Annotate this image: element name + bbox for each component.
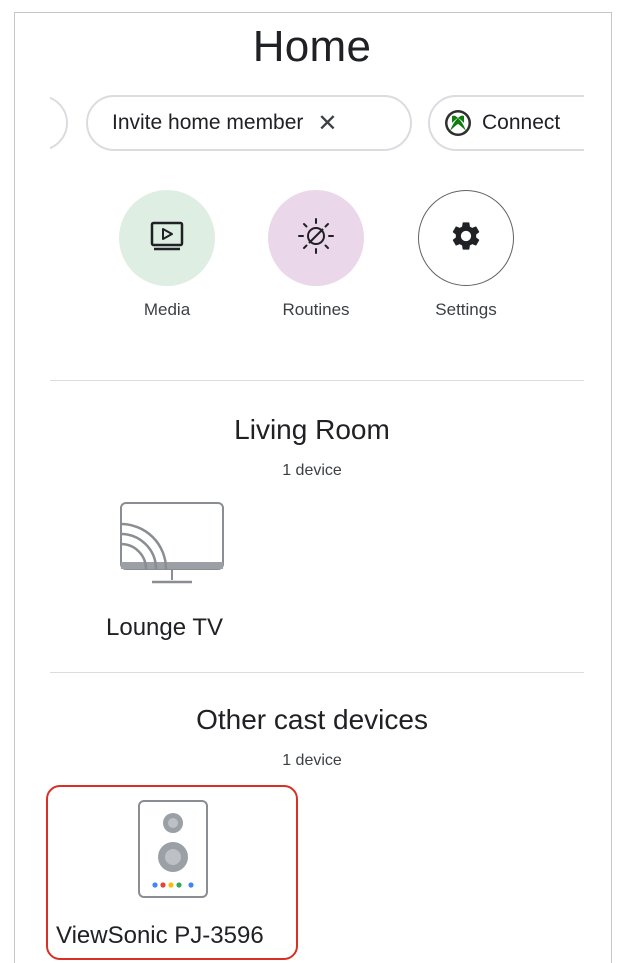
settings-button[interactable]	[418, 190, 514, 286]
chips-row: Invite home member ✕ Connect	[50, 90, 584, 156]
room-title-other-cast-devices: Other cast devices	[196, 704, 428, 735]
connect-chip[interactable]: Connect	[428, 95, 584, 151]
invite-chip-label: Invite home member	[112, 111, 304, 134]
divider	[50, 380, 584, 381]
device-name-viewsonic[interactable]: ViewSonic PJ-3596	[56, 922, 264, 950]
settings-label: Settings	[435, 300, 497, 319]
routines-label: Routines	[282, 300, 350, 319]
close-icon[interactable]: ✕	[317, 109, 337, 138]
media-action[interactable]: Media	[97, 190, 237, 320]
invite-home-member-chip[interactable]: Invite home member ✕	[86, 95, 412, 151]
routines-action[interactable]: Routines	[246, 190, 386, 320]
play-box-icon	[150, 221, 184, 256]
room-device-count: 1 device	[282, 462, 342, 479]
speaker-icon[interactable]	[137, 799, 209, 904]
routines-button[interactable]	[268, 190, 364, 286]
media-button[interactable]	[119, 190, 215, 286]
sun-routine-icon	[296, 216, 336, 261]
gear-icon	[449, 219, 483, 258]
cast-tv-icon[interactable]	[118, 500, 226, 597]
device-name-lounge-tv[interactable]: Lounge TV	[106, 614, 223, 642]
connect-chip-label: Connect	[482, 111, 561, 134]
room-device-count: 1 device	[282, 752, 342, 769]
room-title-living-room: Living Room	[234, 414, 390, 445]
settings-action[interactable]: Settings	[396, 190, 536, 320]
page-title: Home	[252, 22, 372, 71]
home-screen: Home Invite home member ✕ Connect Media …	[0, 0, 624, 963]
xbox-icon	[444, 109, 472, 137]
partial-chip[interactable]	[50, 95, 68, 151]
divider	[50, 672, 584, 673]
media-label: Media	[143, 300, 191, 319]
